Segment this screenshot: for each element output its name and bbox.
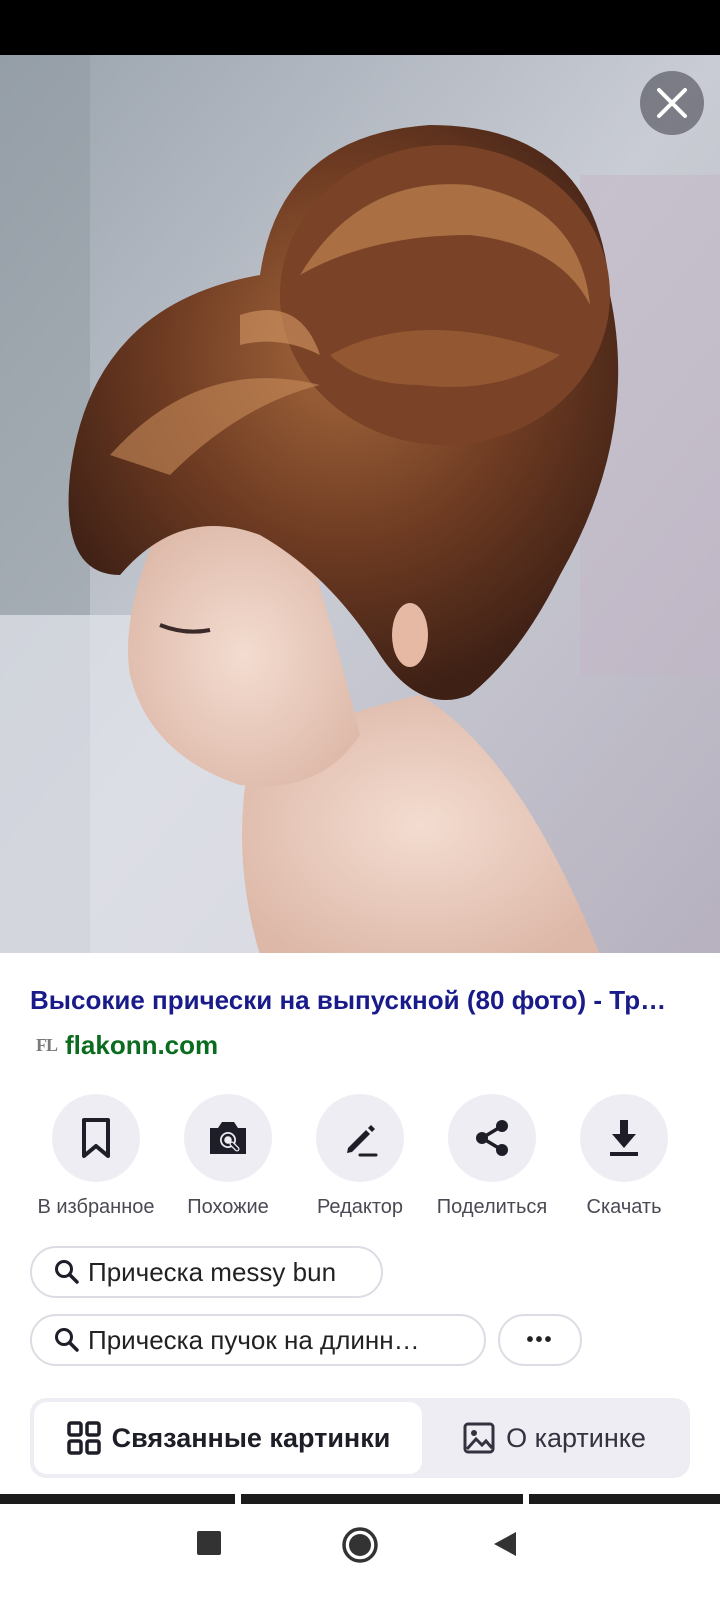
suggestion-text: Прическа messy bun [88,1256,337,1287]
download-icon [610,1120,638,1156]
system-nav-bar [0,1504,720,1600]
similar-button[interactable]: Похожие [158,1094,298,1219]
preview-image[interactable] [0,55,720,953]
favorite-button[interactable]: В избранное [26,1094,166,1219]
tab-label: Связанные картинки [111,1422,391,1453]
status-bar [0,0,720,55]
search-icon [55,1260,79,1284]
more-suggestions-button[interactable]: ••• [498,1314,582,1366]
download-button[interactable]: Скачать [554,1094,694,1219]
suggestion-text: Прическа пучок на длинн… [88,1324,420,1355]
share-label: Поделиться [436,1196,548,1218]
source-logo: FL [36,1035,58,1055]
grid-icon [66,1421,101,1455]
source-link[interactable]: FL flakonn.com [36,1030,218,1061]
thumbnail[interactable] [241,1494,523,1504]
close-icon [657,88,687,118]
back-icon [494,1532,516,1556]
action-bar: В избранное Похожие Редактор Поделиться … [0,1094,720,1224]
tab-about-image[interactable]: О картинке [422,1402,686,1474]
bookmark-icon [82,1118,110,1158]
image-icon [463,1422,495,1454]
camera-search-icon [210,1122,246,1154]
tab-bar: Связанные картинки О картинке [30,1398,690,1478]
tab-related-images[interactable]: Связанные картинки [34,1402,422,1474]
square-icon [197,1531,221,1555]
tab-label: О картинке [506,1422,646,1453]
thumbnail[interactable] [0,1494,235,1504]
share-icon [476,1120,508,1156]
search-icon [55,1328,79,1352]
more-icon: ••• [526,1328,554,1351]
pencil-icon [347,1125,378,1157]
thumbnail[interactable] [529,1494,720,1504]
source-domain[interactable]: flakonn.com [65,1030,218,1061]
home-button[interactable] [341,1526,379,1564]
favorite-label: В избранное [37,1196,155,1218]
suggestion-chip[interactable]: Прическа пучок на длинн… [30,1314,486,1366]
editor-button[interactable]: Редактор [290,1094,430,1219]
share-button[interactable]: Поделиться [422,1094,562,1219]
suggestion-chip[interactable]: Прическа messy bun [30,1246,383,1298]
back-button[interactable] [492,1530,518,1558]
editor-label: Редактор [316,1196,404,1218]
close-button[interactable] [640,71,704,135]
home-icon [342,1527,378,1563]
download-label: Скачать [586,1196,662,1218]
recents-button[interactable] [196,1530,222,1556]
similar-label: Похожие [187,1196,269,1218]
result-title[interactable]: Высокие прически на выпускной (80 фото) … [30,985,690,1016]
